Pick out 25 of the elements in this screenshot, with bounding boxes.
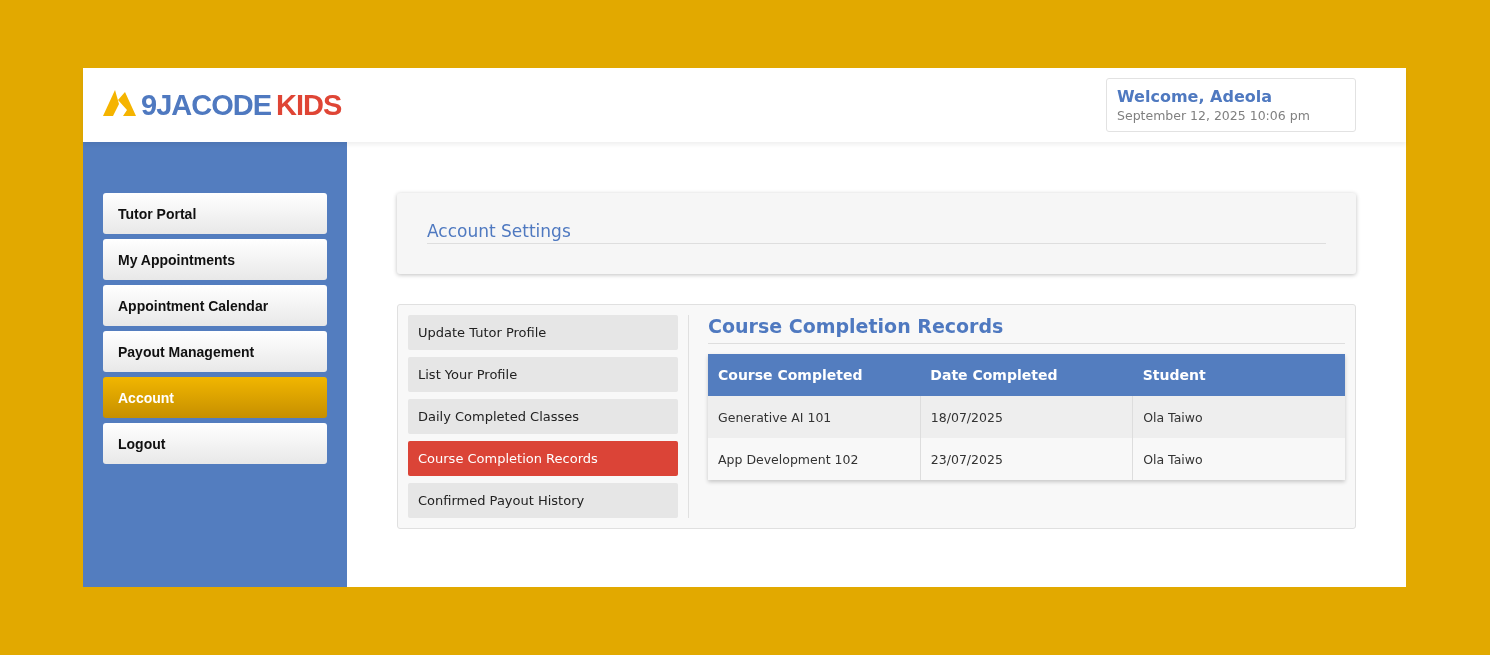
table-cell: Generative AI 101	[708, 396, 921, 438]
table-cell: Ola Taiwo	[1132, 438, 1345, 480]
settings-menu-item[interactable]: Confirmed Payout History	[408, 483, 678, 518]
section-title: Course Completion Records	[708, 315, 1345, 344]
column-header: Course Completed	[708, 354, 921, 396]
current-datetime: September 12, 2025 10:06 pm	[1117, 108, 1311, 123]
table-cell: Ola Taiwo	[1132, 396, 1345, 438]
logo-text: 9JACODE	[141, 88, 271, 122]
settings-menu-item[interactable]: Course Completion Records	[408, 441, 678, 476]
table-cell: App Development 102	[708, 438, 921, 480]
sidebar-item[interactable]: Tutor Portal	[103, 193, 327, 234]
sidebar-item[interactable]: Payout Management	[103, 331, 327, 372]
sidebar-item[interactable]: Logout	[103, 423, 327, 464]
column-header: Student	[1132, 354, 1345, 396]
sidebar-item[interactable]: Appointment Calendar	[103, 285, 327, 326]
table-cell: 18/07/2025	[920, 396, 1133, 438]
table-cell: 23/07/2025	[920, 438, 1133, 480]
logo-text-accent: KIDS	[276, 88, 342, 122]
settings-menu-item[interactable]: List Your Profile	[408, 357, 678, 392]
column-header: Date Completed	[920, 354, 1133, 396]
sidebar-item[interactable]: My Appointments	[103, 239, 327, 280]
page-title: Account Settings	[427, 221, 1326, 244]
settings-menu-item[interactable]: Update Tutor Profile	[408, 315, 678, 350]
settings-menu-item[interactable]: Daily Completed Classes	[408, 399, 678, 434]
welcome-greeting: Welcome, Adeola	[1117, 87, 1274, 106]
